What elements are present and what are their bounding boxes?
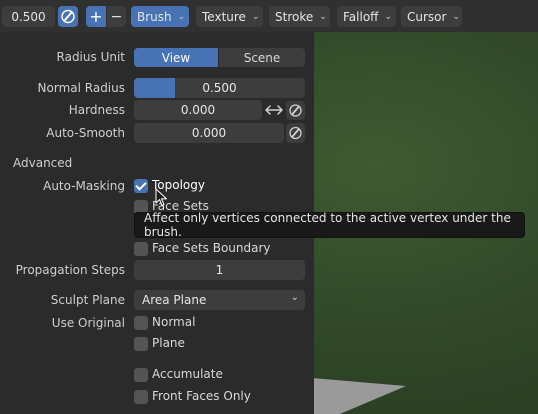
hardness-label: Hardness — [68, 103, 125, 117]
pen-pressure-icon — [61, 9, 75, 24]
auto-smooth-field[interactable]: 0.000 — [134, 123, 284, 143]
auto-smooth-label: Auto-Smooth — [46, 126, 125, 140]
tool-header: 0.500 + − Brush ⌄ Texture ⌄ Stroke ⌄ Fallof… — [0, 0, 538, 32]
use-original-normal-label: Normal — [152, 315, 196, 329]
front-faces-only-label: Front Faces Only — [152, 389, 251, 403]
cursor-menu[interactable]: Cursor ⌄ — [401, 6, 462, 27]
pen-pressure-icon — [289, 104, 302, 117]
falloff-menu[interactable]: Falloff ⌄ — [337, 6, 396, 27]
invert-arrows-icon[interactable] — [264, 103, 284, 117]
add-button[interactable]: + — [86, 6, 106, 27]
hardness-pressure-button[interactable] — [286, 101, 305, 120]
chevron-down-icon: ⌄ — [177, 11, 186, 22]
normal-radius-fill — [134, 78, 175, 98]
radius-value: 0.500 — [11, 9, 46, 24]
scene-option-label: Scene — [243, 50, 281, 65]
use-original-normal-checkbox[interactable] — [134, 316, 148, 330]
chevron-down-icon: ⌄ — [251, 11, 260, 22]
propagation-steps-field[interactable]: 1 — [134, 260, 305, 280]
radius-unit-label: Radius Unit — [56, 50, 125, 64]
propagation-steps-value: 1 — [215, 263, 224, 277]
chevron-down-icon: ⌄ — [384, 11, 392, 22]
brush-menu[interactable]: Brush ⌄ — [131, 6, 189, 27]
radius-unit-view-button[interactable]: View — [134, 48, 218, 67]
brush-menu-label: Brush — [137, 9, 172, 24]
minus-icon: − — [110, 8, 123, 25]
accumulate-checkbox[interactable] — [134, 368, 148, 382]
topology-checkbox[interactable] — [134, 179, 148, 193]
stroke-menu[interactable]: Stroke ⌄ — [269, 6, 330, 27]
tooltip-text: Affect only vertices connected to the ac… — [144, 211, 511, 239]
normal-radius-label: Normal Radius — [37, 81, 125, 95]
cursor-menu-label: Cursor — [407, 9, 447, 24]
sculpt-plane-label: Sculpt Plane — [50, 293, 125, 307]
face-sets-boundary-checkbox[interactable] — [134, 242, 148, 256]
view-option-label: View — [161, 50, 191, 65]
stroke-menu-label: Stroke — [275, 9, 314, 24]
tooltip: Affect only vertices connected to the ac… — [134, 211, 525, 239]
chevron-down-icon: ⌄ — [290, 292, 299, 303]
radius-unit-scene-button[interactable]: Scene — [219, 48, 305, 67]
sculpt-plane-value: Area Plane — [142, 293, 207, 307]
auto-smooth-pressure-button[interactable] — [286, 123, 305, 143]
mouse-cursor-icon — [155, 188, 168, 207]
normal-radius-value: 0.500 — [202, 81, 237, 95]
front-faces-only-checkbox[interactable] — [134, 390, 148, 404]
use-original-label: Use Original — [51, 316, 125, 330]
accumulate-label: Accumulate — [152, 367, 223, 381]
pen-pressure-icon — [289, 126, 302, 140]
auto-masking-label: Auto-Masking — [43, 179, 125, 193]
use-original-plane-label: Plane — [152, 336, 185, 350]
pressure-pen-button[interactable] — [58, 6, 78, 27]
hardness-field[interactable]: 0.000 — [134, 100, 262, 120]
auto-smooth-value: 0.000 — [191, 126, 227, 140]
chevron-down-icon: ⌄ — [452, 11, 460, 22]
face-sets-boundary-label: Face Sets Boundary — [152, 241, 271, 255]
use-original-plane-checkbox[interactable] — [134, 337, 148, 351]
radius-field[interactable]: 0.500 — [2, 6, 55, 27]
texture-menu[interactable]: Texture ⌄ — [196, 6, 263, 27]
normal-radius-slider[interactable]: 0.500 — [134, 78, 305, 98]
chevron-down-icon: ⌄ — [319, 11, 327, 22]
texture-menu-label: Texture — [202, 9, 246, 24]
advanced-heading: Advanced — [13, 156, 73, 170]
plus-icon: + — [89, 7, 103, 26]
sculpt-plane-dropdown[interactable]: Area Plane ⌄ — [134, 290, 305, 310]
falloff-menu-label: Falloff — [343, 9, 379, 24]
subtract-button[interactable]: − — [107, 6, 126, 27]
viewport-plane — [312, 378, 406, 414]
propagation-steps-label: Propagation Steps — [15, 263, 125, 277]
hardness-value: 0.000 — [180, 103, 216, 117]
